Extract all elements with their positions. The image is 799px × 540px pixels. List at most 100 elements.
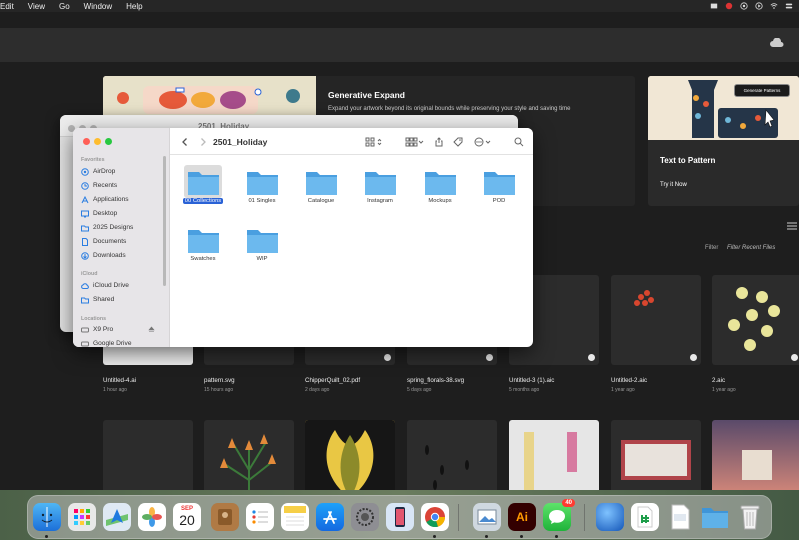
share-icon[interactable] (434, 137, 444, 147)
finder-dock-icon[interactable] (33, 503, 61, 531)
sidebar-item-shared[interactable]: Shared (81, 293, 167, 306)
notes-dock-icon[interactable] (281, 503, 309, 531)
file-thumbnail[interactable] (611, 275, 701, 365)
folder-icon (81, 225, 89, 231)
launchpad-dock-icon[interactable] (68, 503, 96, 531)
file-thumbnail[interactable] (509, 420, 599, 498)
filter-recent-files-input[interactable]: Filter Recent Files (724, 241, 799, 255)
pdf-file-dock-icon[interactable] (666, 503, 694, 531)
system-settings-dock-icon[interactable] (351, 503, 379, 531)
file-date: 5 months ago (509, 387, 540, 393)
file-thumbnail[interactable] (712, 420, 799, 498)
folder-icon (365, 172, 396, 195)
app-store-dock-icon[interactable] (316, 503, 344, 531)
close-icon[interactable] (83, 138, 90, 145)
file-thumbnail[interactable] (204, 420, 294, 498)
calendar-dock-icon[interactable]: SEP 20 (173, 503, 201, 531)
spreadsheet-file-dock-icon[interactable] (631, 503, 659, 531)
cloud-badge-icon (791, 354, 798, 361)
sidebar-item-documents[interactable]: Documents (81, 235, 167, 248)
icon-view-toggle-icon[interactable] (365, 137, 383, 147)
document-icon (82, 237, 88, 246)
sidebar-scrollbar[interactable] (163, 156, 166, 286)
folder-00-collections[interactable]: 00 Collections (174, 161, 232, 217)
finder-sidebar: Favorites AirDrop Recents Applications D… (73, 128, 170, 347)
illustrator-dock-icon[interactable]: Ai (508, 503, 536, 531)
adobe-menu-icon[interactable] (725, 2, 733, 10)
menu-window[interactable]: Window (84, 2, 112, 11)
contacts-dock-icon[interactable] (211, 503, 239, 531)
finder-window[interactable]: Favorites AirDrop Recents Applications D… (73, 128, 533, 347)
app-toolbar (0, 28, 799, 62)
maps-dock-icon[interactable] (103, 503, 131, 531)
file-thumbnail[interactable] (712, 275, 799, 365)
external-drive-icon (81, 327, 89, 332)
sidebar-item-desktop[interactable]: Desktop (81, 207, 167, 220)
menu-go[interactable]: Go (59, 2, 70, 11)
sidebar-item-applications[interactable]: Applications (81, 193, 167, 206)
photos-dock-icon[interactable] (138, 503, 166, 531)
messages-dock-icon[interactable]: 40 (543, 499, 575, 531)
cloud-icon[interactable] (769, 38, 785, 48)
folder-icon (306, 172, 337, 195)
folder-mockups[interactable]: Mockups (411, 161, 469, 217)
minimize-icon[interactable] (94, 138, 101, 145)
folder-pod[interactable]: POD (470, 161, 528, 217)
group-by-icon[interactable] (405, 137, 425, 147)
generative-expand-description: Expand your artwork beyond its original … (328, 106, 571, 112)
menu-edit[interactable]: Edit (0, 2, 14, 11)
folder-catalogue[interactable]: Catalogue (292, 161, 350, 217)
sidebar-item-x9-pro[interactable]: X9 Pro (81, 323, 167, 336)
zoom-icon[interactable] (105, 138, 112, 145)
iphone-mirroring-dock-icon[interactable] (386, 503, 414, 531)
folder-icon (188, 172, 219, 195)
file-thumbnail[interactable] (305, 420, 395, 498)
folder-instagram[interactable]: Instagram (351, 161, 409, 217)
folder-01-singles[interactable]: 01 Singles (233, 161, 291, 217)
file-date: 2 days ago (305, 387, 330, 393)
trash-dock-icon[interactable] (736, 503, 764, 531)
folder-wip[interactable]: WIP (233, 219, 291, 275)
cloud-badge-icon (588, 354, 595, 361)
file-thumbnail[interactable] (407, 420, 497, 498)
forward-chevron-icon[interactable] (198, 137, 208, 147)
preview-dock-icon[interactable] (473, 503, 501, 531)
sidebar-item-downloads[interactable]: Downloads (81, 249, 167, 262)
desktop: Edit View Go Window Help Generative Expa… (0, 0, 799, 540)
desktop-icon (81, 210, 89, 217)
downloads-globe-dock-icon[interactable] (596, 503, 624, 531)
play-menu-icon[interactable] (755, 2, 763, 10)
file-name: Untitled-2.aic (611, 377, 648, 384)
eject-icon[interactable] (148, 326, 155, 333)
sidebar-item-recents[interactable]: Recents (81, 179, 167, 192)
applications-icon (81, 195, 89, 203)
menu-help[interactable]: Help (126, 2, 142, 11)
sidebar-item-icloud-drive[interactable]: iCloud Drive (81, 279, 167, 292)
menu-view[interactable]: View (28, 2, 45, 11)
list-view-icon[interactable] (787, 222, 797, 230)
chrome-dock-icon[interactable] (421, 503, 449, 531)
record-menu-icon[interactable] (740, 2, 748, 10)
generate-patterns-button[interactable]: Generate Patterns (734, 84, 790, 97)
file-name: pattern.svg (204, 377, 235, 384)
folder-swatches[interactable]: Swatches (174, 219, 232, 275)
reminders-dock-icon[interactable] (246, 503, 274, 531)
control-center-icon[interactable] (785, 2, 793, 10)
text-to-pattern-card[interactable]: Generate Patterns Text to Pattern Try it… (648, 76, 799, 206)
creative-cloud-menu-icon[interactable] (710, 2, 718, 10)
back-chevron-icon[interactable] (180, 137, 190, 147)
tag-icon[interactable] (453, 137, 463, 147)
wifi-icon[interactable] (770, 2, 778, 10)
sidebar-item-google-drive[interactable]: Google Drive (81, 337, 167, 347)
file-thumbnail[interactable] (611, 420, 701, 498)
sidebar-item-airdrop[interactable]: AirDrop (81, 165, 167, 178)
file-thumbnail[interactable] (103, 420, 193, 498)
sidebar-section-icloud: iCloud (81, 271, 98, 277)
search-icon[interactable] (514, 137, 524, 147)
sidebar-item-2025-designs[interactable]: 2025 Designs (81, 221, 167, 234)
folder-dock-icon[interactable] (701, 503, 729, 531)
try-it-now-link[interactable]: Try it Now (660, 182, 687, 188)
folder-icon (188, 230, 219, 253)
more-actions-icon[interactable] (474, 137, 494, 147)
file-date: 1 year ago (712, 387, 736, 393)
